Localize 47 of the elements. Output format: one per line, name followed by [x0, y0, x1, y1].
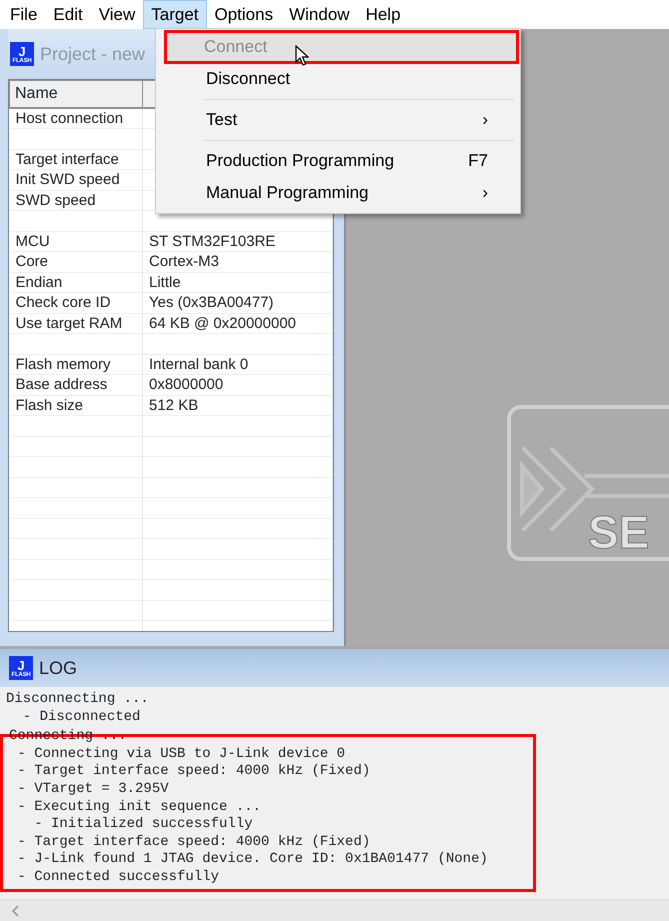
- table-cell: Cortex-M3: [142, 252, 332, 272]
- window-title: Project - new: [40, 42, 146, 66]
- table-cell: 64 KB @ 0x20000000: [142, 313, 332, 334]
- log-line: - Connected successfully: [16, 868, 220, 887]
- table-cell: Endian: [10, 272, 142, 292]
- table-cell: Flash size: [10, 395, 142, 416]
- menu-item[interactable]: Disconnect: [156, 63, 520, 95]
- table-cell: Core: [10, 252, 142, 272]
- pointer-icon: [295, 45, 309, 67]
- table-cell: Use target RAM: [10, 313, 142, 334]
- menu-bar-item[interactable]: File: [2, 0, 46, 29]
- table-cell: Host connection: [10, 108, 142, 128]
- menu-item[interactable]: Test ›: [156, 104, 520, 136]
- table-cell: Init SWD speed: [10, 170, 142, 190]
- log-line: - Connecting via USB to J-Link device 0: [16, 746, 346, 764]
- log-line: - VTarget = 3.295V: [16, 780, 170, 799]
- window-title: LOG: [39, 656, 78, 680]
- table-cell: Check core ID: [10, 292, 142, 313]
- table-cell: 0x8000000: [142, 374, 332, 395]
- menu-item[interactable]: Production Programming F7: [156, 145, 520, 177]
- table-cell: Flash memory: [10, 354, 142, 374]
- menu-item[interactable]: Manual Programming ›: [156, 177, 520, 209]
- log-line: - J-Link found 1 JTAG device. Core ID: 0x1BA01477 (None): [16, 851, 489, 869]
- table-cell: 512 KB: [142, 395, 332, 416]
- log-line: Disconnecting ...: [6, 691, 150, 709]
- table-cell: Little: [142, 272, 332, 292]
- table-cell: SWD speed: [10, 190, 142, 210]
- table-cell: Target interface: [10, 149, 142, 170]
- log-line: - Executing init sequence ...: [16, 798, 262, 816]
- menu-bar-item[interactable]: Options: [206, 0, 282, 29]
- menu-bar-item[interactable]: Edit: [45, 0, 91, 29]
- log-line: - Disconnected: [22, 708, 142, 726]
- table-cell: ST STM32F103RE: [142, 231, 332, 252]
- menu-bar-item[interactable]: Target: [143, 0, 206, 29]
- log-line: - Initialized successfully: [33, 816, 254, 834]
- table-cell: Base address: [10, 374, 142, 395]
- menu-bar-item[interactable]: View: [90, 0, 144, 29]
- log-line: - Target interface speed: 4000 kHz (Fixed): [16, 834, 372, 852]
- table-cell: MCU: [10, 231, 142, 252]
- scrollbar[interactable]: [0, 899, 669, 921]
- column-header[interactable]: Name: [10, 80, 142, 108]
- log-line: - Target interface speed: 4000 kHz (Fixed): [16, 763, 372, 781]
- menu-bar-item[interactable]: Window: [281, 0, 358, 29]
- menu-bar-item[interactable]: Help: [358, 0, 409, 29]
- table-cell: Internal bank 0: [142, 354, 332, 374]
- table-cell: Yes (0x3BA00477): [142, 292, 332, 313]
- scroll-left-icon[interactable]: [12, 904, 20, 916]
